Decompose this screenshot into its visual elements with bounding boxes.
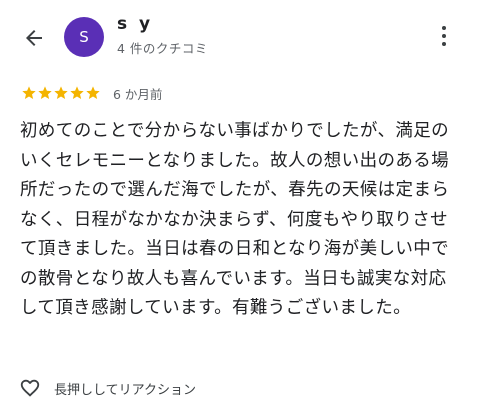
more-options-button[interactable] [432,22,456,50]
reaction-label: 長押ししてリアクション [54,382,196,398]
star-icon [38,86,52,99]
back-button[interactable] [18,22,50,54]
more-vertical-icon-dot [442,42,446,46]
star-icon [22,86,36,99]
heart-icon [20,379,40,397]
more-vertical-icon-dot [442,34,446,38]
avatar[interactable]: S [64,17,104,57]
rating-row: 6 か月前 [21,84,162,102]
reviewer-name[interactable]: s y [117,14,153,34]
star-icon [70,86,84,99]
reaction-button[interactable]: 長押ししてリアクション [18,376,196,400]
star-icon [86,86,100,99]
review-time: 6 か月前 [113,86,163,102]
star-icon [54,86,68,99]
arrow-left-icon [26,30,42,46]
avatar-initial: S [79,28,89,46]
review-header: S s y 4 件のクチコミ [0,0,479,78]
reviewer-review-count: 4 件のクチコミ [117,41,208,56]
star-rating [21,85,101,101]
more-vertical-icon-dot [442,26,446,30]
review-text: 初めてのことで分からない事ばかりでしたが、満足のいくセレモニーとなりました。故人… [20,121,450,318]
